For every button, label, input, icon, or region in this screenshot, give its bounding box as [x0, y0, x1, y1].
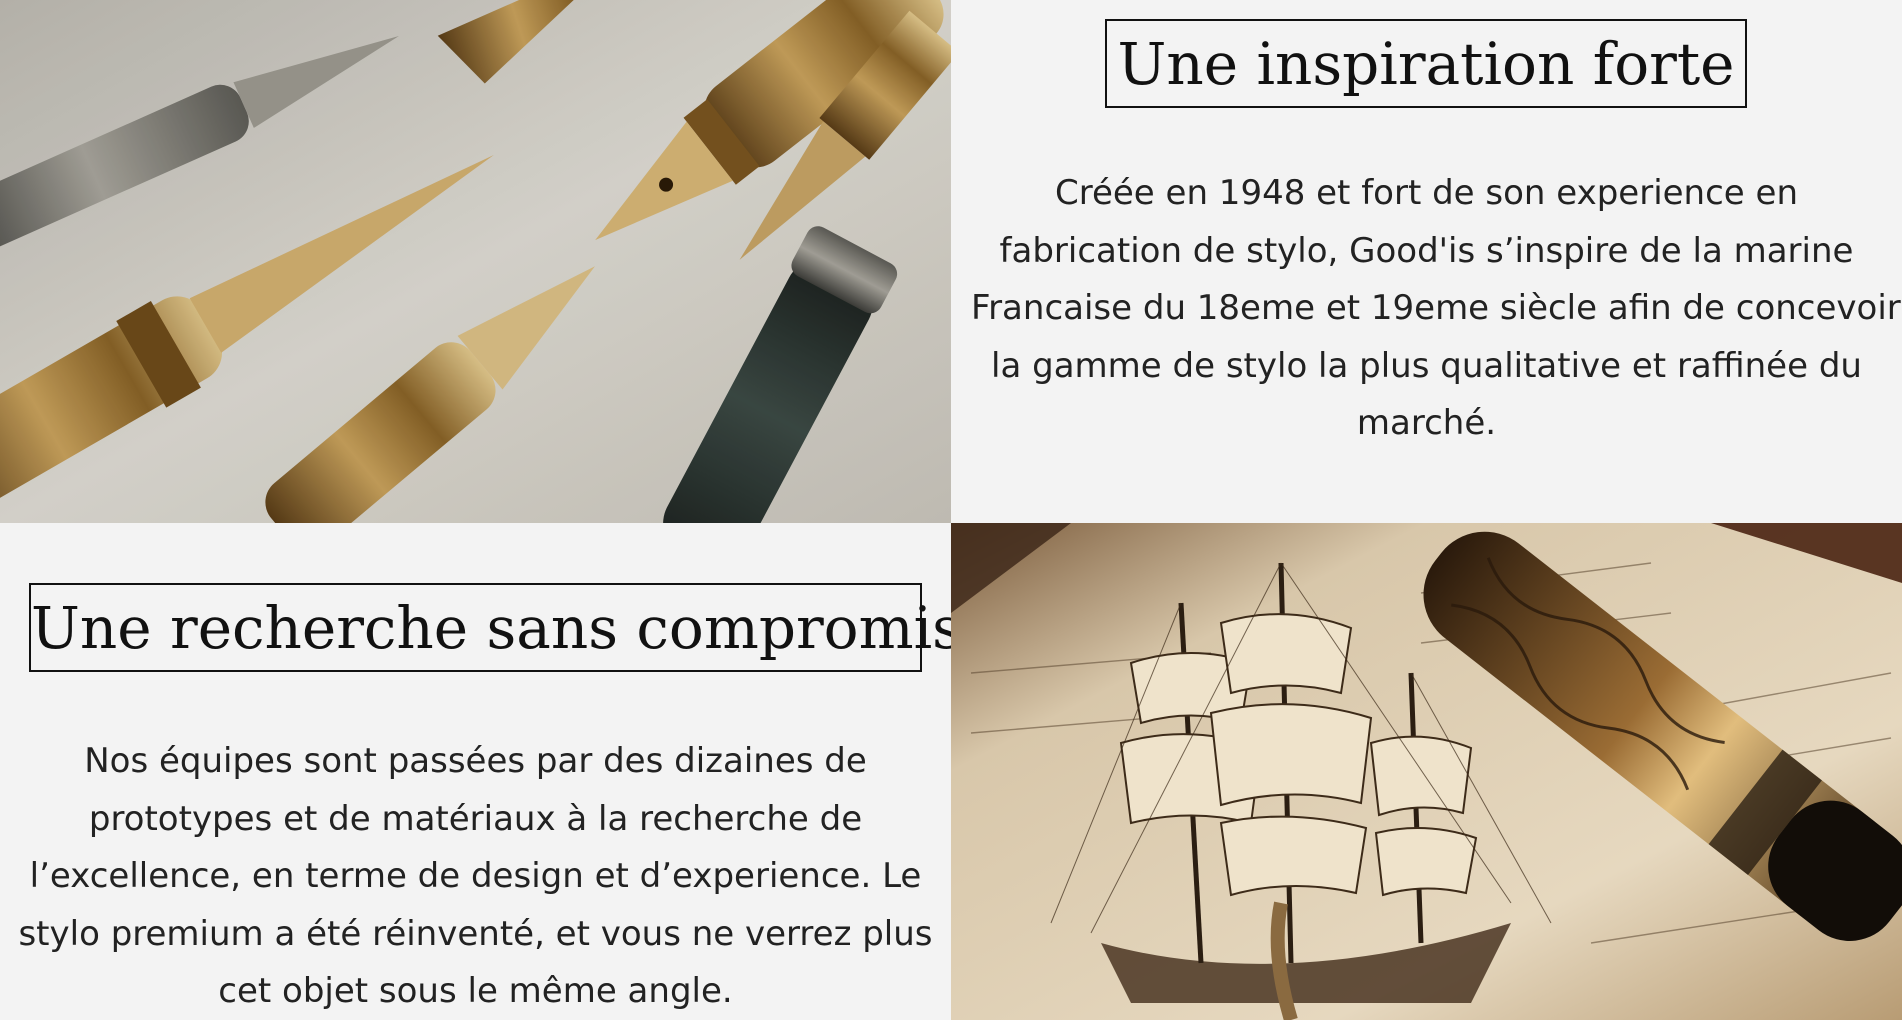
page: Une inspiration forte Créée en 1948 et f…	[0, 0, 1902, 1020]
recherche-line: prototypes et de matériaux à la recherch…	[88, 798, 863, 839]
recherche-line: cet objet sous le même angle.	[218, 971, 733, 1011]
inspiration-line: fabrication de stylo, Good'is s’inspire …	[999, 230, 1854, 271]
recherche-title: Une recherche sans compromis	[29, 583, 951, 672]
recherche-line: stylo premium a été réinventé, et vous n…	[18, 913, 933, 954]
inspiration-line: la gamme de stylo la plus qualitative et…	[991, 345, 1862, 386]
pen-and-ship-image	[951, 523, 1902, 1020]
recherche-section: Une recherche sans compromis Nos équipes…	[0, 523, 951, 1020]
nibs-illustration	[0, 0, 951, 523]
recherche-line: l’excellence, en terme de design et d’ex…	[29, 856, 922, 896]
ship-illustration	[951, 523, 1902, 1020]
inspiration-paragraph: Créée en 1948 et fort de son experience …	[971, 165, 1901, 453]
inspiration-title: Une inspiration forte	[1105, 19, 1747, 108]
inspiration-line: marché.	[1356, 403, 1497, 443]
recherche-paragraph: Nos équipes sont passées par des dizaine…	[14, 733, 937, 1020]
fountain-pen-nibs-image	[0, 0, 951, 523]
inspiration-line: Francaise du 18eme et 19eme siècle afin …	[971, 288, 1901, 328]
inspiration-section: Une inspiration forte Créée en 1948 et f…	[951, 0, 1902, 523]
inspiration-line: Créée en 1948 et fort de son experience …	[1055, 173, 1798, 213]
recherche-line: Nos équipes sont passées par des dizaine…	[84, 741, 867, 781]
